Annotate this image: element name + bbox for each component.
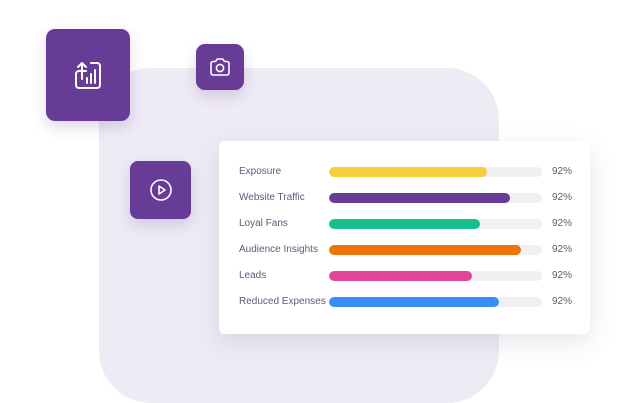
stat-label: Loyal Fans — [239, 218, 288, 229]
stat-row-exposure: Exposure 92% — [219, 163, 590, 181]
stat-label: Website Traffic — [239, 192, 305, 203]
stat-value: 92% — [552, 166, 573, 177]
stat-value: 92% — [552, 270, 573, 281]
stat-row-loyal-fans: Loyal Fans 92% — [219, 215, 590, 233]
upload-chart-icon — [75, 62, 101, 89]
progress-track — [329, 297, 542, 307]
stat-label: Reduced Expenses — [239, 296, 326, 307]
progress-fill — [329, 297, 500, 307]
progress-fill — [329, 219, 481, 229]
camera-tile[interactable] — [196, 44, 244, 90]
progress-track — [329, 193, 542, 203]
stat-row-website-traffic: Website Traffic 92% — [219, 189, 590, 207]
stat-value: 92% — [552, 218, 573, 229]
progress-track — [329, 167, 542, 177]
stat-value: 92% — [552, 192, 573, 203]
stat-label: Audience Insights — [239, 244, 318, 255]
upload-chart-tile[interactable] — [46, 29, 130, 121]
stat-row-leads: Leads 92% — [219, 267, 590, 285]
progress-fill — [329, 245, 521, 255]
progress-fill — [329, 193, 511, 203]
stat-label: Leads — [239, 270, 267, 281]
progress-fill — [329, 167, 487, 177]
stat-row-reduced-expenses: Reduced Expenses 92% — [219, 293, 590, 311]
play-tile[interactable] — [130, 161, 191, 219]
progress-track — [329, 271, 542, 281]
stat-value: 92% — [552, 244, 573, 255]
progress-fill — [329, 271, 472, 281]
camera-icon — [210, 58, 230, 76]
stats-card: Exposure 92% Website Traffic 92% Loyal F… — [219, 141, 590, 334]
progress-track — [329, 219, 542, 229]
play-icon — [149, 179, 172, 201]
stat-label: Exposure — [239, 166, 282, 177]
stat-row-audience-insights: Audience Insights 92% — [219, 241, 590, 259]
progress-track — [329, 245, 542, 255]
stat-value: 92% — [552, 296, 573, 307]
